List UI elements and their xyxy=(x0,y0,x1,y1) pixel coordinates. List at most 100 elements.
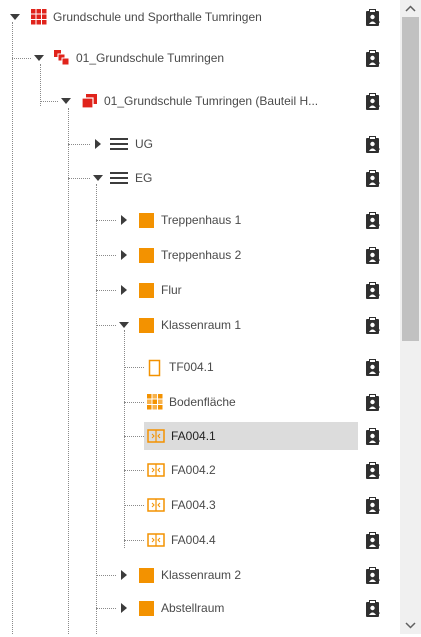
collapse-arrow-icon[interactable] xyxy=(59,94,73,108)
tree-node[interactable]: UG xyxy=(0,133,400,155)
expand-arrow-icon[interactable] xyxy=(117,601,131,615)
tree-node-label: Treppenhaus 1 xyxy=(161,213,242,227)
tree-node[interactable]: FA004.1 xyxy=(0,422,400,450)
clipboard-person-icon[interactable] xyxy=(362,209,384,231)
expand-arrow-icon[interactable] xyxy=(91,137,105,151)
clipboard-person-icon[interactable] xyxy=(362,47,384,69)
expand-arrow-icon[interactable] xyxy=(117,213,131,227)
clipboard-person-icon[interactable] xyxy=(362,90,384,112)
window-icon xyxy=(147,497,165,513)
tree-connector xyxy=(124,436,144,437)
clipboard-person-icon[interactable] xyxy=(362,494,384,516)
red-grid-icon xyxy=(31,9,47,25)
tree-node-label: FA004.4 xyxy=(171,533,216,547)
clipboard-person-icon[interactable] xyxy=(362,459,384,481)
tree-node[interactable]: EG xyxy=(0,167,400,189)
expand-arrow-icon[interactable] xyxy=(117,568,131,582)
tree-connector xyxy=(96,290,116,291)
tree-connector xyxy=(96,220,116,221)
tree-node[interactable]: Grundschule und Sporthalle Tumringen xyxy=(0,6,400,28)
tree-node-label: 01_Grundschule Tumringen xyxy=(76,51,225,65)
tree-node-label: EG xyxy=(135,171,153,185)
tree-node-label: Abstellraum xyxy=(161,601,225,615)
tree-connector xyxy=(40,101,58,102)
tree-connector xyxy=(96,255,116,256)
tree-connector xyxy=(96,575,116,576)
clipboard-person-icon[interactable] xyxy=(362,167,384,189)
red-stack-icon xyxy=(54,50,70,66)
tree-node-label: Treppenhaus 2 xyxy=(161,248,242,262)
tree-node-label: Klassenraum 2 xyxy=(161,568,242,582)
clipboard-person-icon[interactable] xyxy=(362,564,384,586)
collapse-arrow-icon[interactable] xyxy=(91,171,105,185)
tree-connector xyxy=(96,325,116,326)
tree-node[interactable]: TF004.1 xyxy=(0,356,400,378)
clipboard-person-icon[interactable] xyxy=(362,356,384,378)
clipboard-person-icon[interactable] xyxy=(362,391,384,413)
tree-node[interactable]: Flur xyxy=(0,279,400,301)
orange-room-icon xyxy=(139,282,155,298)
tree-connector xyxy=(124,402,144,403)
clipboard-person-icon[interactable] xyxy=(362,133,384,155)
tree-node-label: Flur xyxy=(161,283,182,297)
tree-connector xyxy=(124,367,144,368)
orange-room-icon xyxy=(139,247,155,263)
outline-rect-icon xyxy=(147,359,163,377)
tree-node[interactable]: Klassenraum 2 xyxy=(0,564,400,586)
tree-node-label: 01_Grundschule Tumringen (Bauteil H... xyxy=(104,94,319,108)
tree-connector xyxy=(68,178,90,179)
tree-node[interactable]: Bodenfläche xyxy=(0,391,400,413)
tree-node-label: FA004.1 xyxy=(171,429,216,443)
scroll-up-arrow[interactable] xyxy=(400,0,421,17)
tree-node-label: TF004.1 xyxy=(169,360,214,374)
tree-node[interactable]: FA004.2 xyxy=(0,459,400,481)
orange-room-icon xyxy=(139,317,155,333)
collapse-arrow-icon[interactable] xyxy=(117,318,131,332)
collapse-arrow-icon[interactable] xyxy=(8,10,22,24)
tree-node-label: FA004.3 xyxy=(171,498,216,512)
window-icon xyxy=(147,428,165,444)
clipboard-person-icon[interactable] xyxy=(362,314,384,336)
clipboard-person-icon[interactable] xyxy=(362,6,384,28)
tree-node-label: UG xyxy=(135,137,153,151)
tree-node[interactable]: FA004.4 xyxy=(0,529,400,551)
project-tree: Grundschule und Sporthalle Tumringen 01_G… xyxy=(0,0,400,634)
floor-lines-icon xyxy=(110,170,128,186)
tree-connector xyxy=(124,470,144,471)
floor-lines-icon xyxy=(110,136,128,152)
red-layers-icon xyxy=(82,93,98,109)
clipboard-person-icon[interactable] xyxy=(362,244,384,266)
clipboard-person-icon[interactable] xyxy=(362,425,384,447)
collapse-arrow-icon[interactable] xyxy=(32,51,46,65)
tree-node[interactable]: FA004.3 xyxy=(0,494,400,516)
tree-node-label: FA004.2 xyxy=(171,463,216,477)
expand-arrow-icon[interactable] xyxy=(117,248,131,262)
scrollbar-thumb[interactable] xyxy=(402,17,419,341)
dotted-grid-icon xyxy=(147,394,163,410)
tree-connector xyxy=(124,540,144,541)
tree-connector xyxy=(124,505,144,506)
tree-node-label: Grundschule und Sporthalle Tumringen xyxy=(53,10,262,24)
window-icon xyxy=(147,532,165,548)
clipboard-person-icon[interactable] xyxy=(362,529,384,551)
tree-node[interactable]: Klassenraum 1 xyxy=(0,314,400,336)
tree-node[interactable]: 01_Grundschule Tumringen xyxy=(0,47,400,69)
tree-node-label: Klassenraum 1 xyxy=(161,318,242,332)
tree-connector xyxy=(96,608,116,609)
scroll-down-arrow[interactable] xyxy=(400,617,421,634)
tree-connector xyxy=(12,58,31,59)
orange-room-icon xyxy=(139,600,155,616)
orange-room-icon xyxy=(139,567,155,583)
tree-node[interactable]: Treppenhaus 1 xyxy=(0,209,400,231)
tree-connector xyxy=(68,144,90,145)
expand-arrow-icon[interactable] xyxy=(117,283,131,297)
clipboard-person-icon[interactable] xyxy=(362,597,384,619)
tree-node[interactable]: 01_Grundschule Tumringen (Bauteil H... xyxy=(0,90,400,112)
orange-room-icon xyxy=(139,212,155,228)
tree-node[interactable]: Abstellraum xyxy=(0,597,400,619)
tree-node-label: Bodenfläche xyxy=(169,395,236,409)
window-icon xyxy=(147,462,165,478)
vertical-scrollbar[interactable] xyxy=(400,0,421,634)
tree-node[interactable]: Treppenhaus 2 xyxy=(0,244,400,266)
clipboard-person-icon[interactable] xyxy=(362,279,384,301)
